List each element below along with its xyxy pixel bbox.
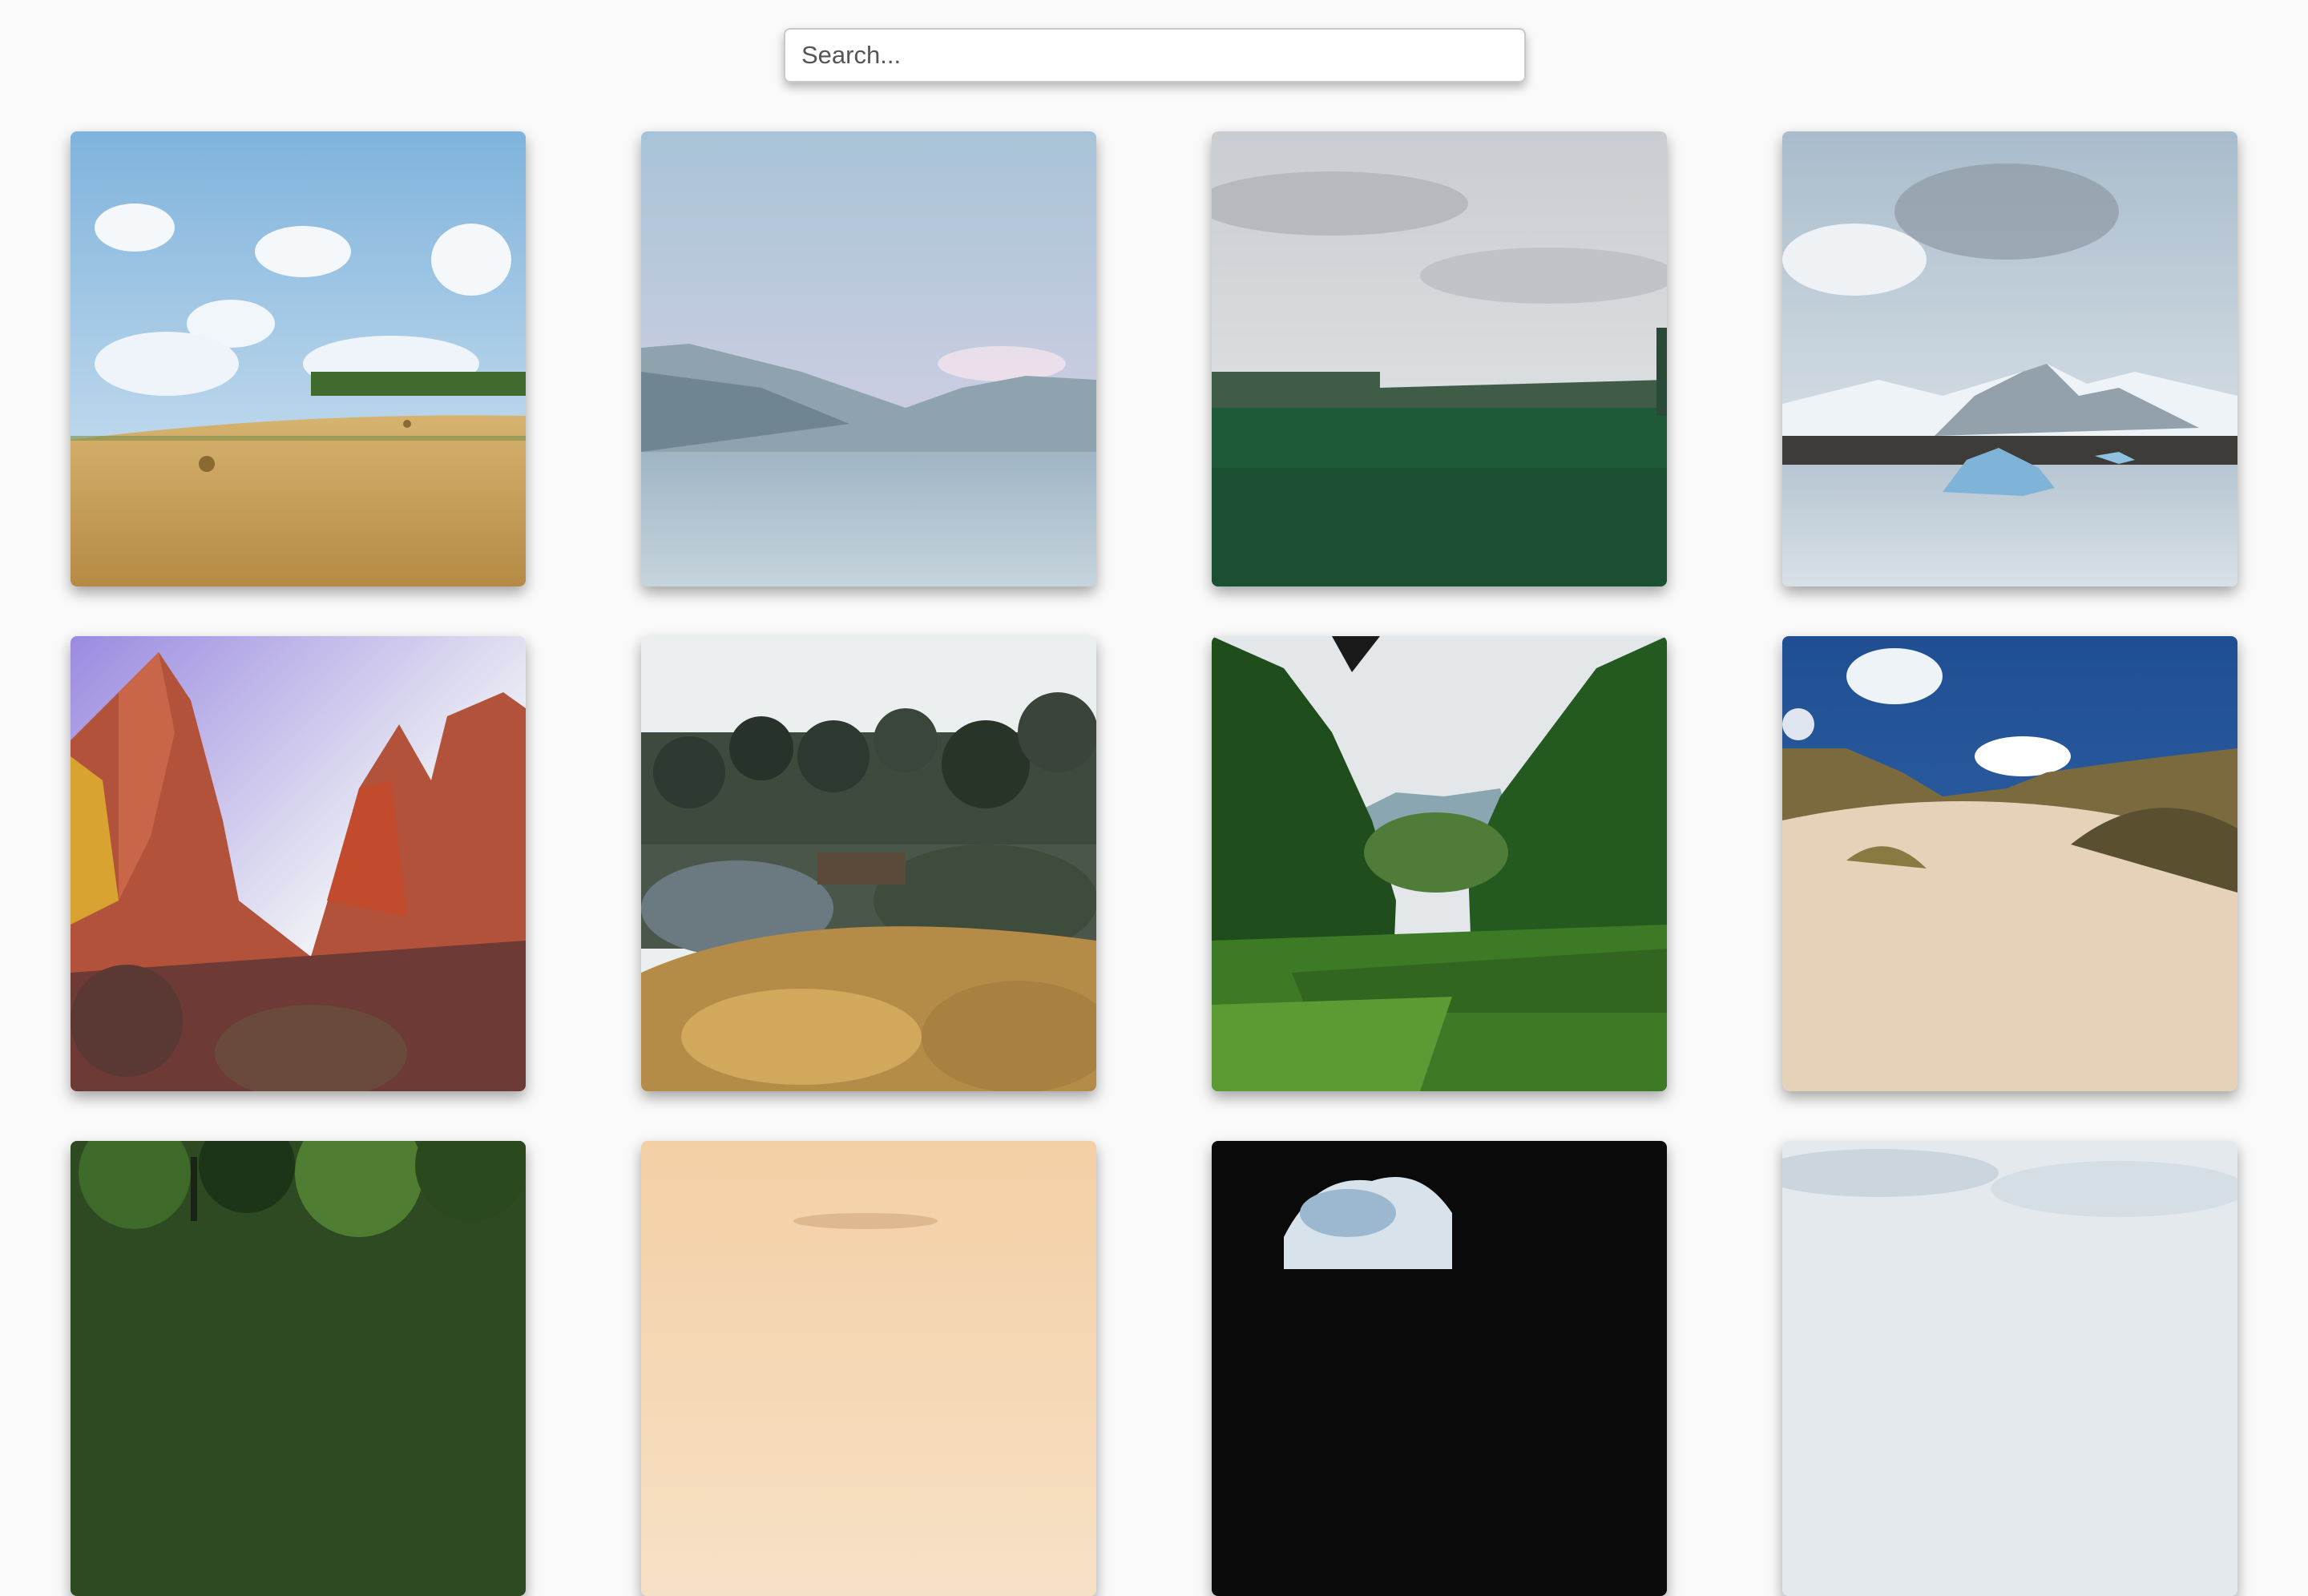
gallery-tile[interactable] <box>71 636 526 1091</box>
green-forest-plain-image <box>1212 131 1667 586</box>
forest-canopy-image <box>71 1141 526 1596</box>
peach-sky-image <box>641 1141 1096 1596</box>
gallery-tile[interactable] <box>1212 636 1667 1091</box>
glacier-icebergs-image <box>1782 131 2237 586</box>
wheat-field-hay-bales-image <box>71 131 526 586</box>
sand-dunes-image <box>1782 636 2237 1091</box>
gallery-tile[interactable] <box>641 1141 1096 1596</box>
search-bar <box>784 28 1526 83</box>
gallery-tile[interactable] <box>1212 1141 1667 1596</box>
gallery-tile[interactable] <box>641 636 1096 1091</box>
gallery-tile[interactable] <box>71 1141 526 1596</box>
gallery-tile[interactable] <box>1782 131 2237 586</box>
gallery-tile[interactable] <box>1782 636 2237 1091</box>
gallery-tile[interactable] <box>71 131 526 586</box>
garden-trees-image <box>641 636 1096 1091</box>
red-rock-canyon-image <box>71 636 526 1091</box>
gallery-tile[interactable] <box>641 131 1096 586</box>
gallery-tile[interactable] <box>1212 131 1667 586</box>
dark-cave-opening-image <box>1212 1141 1667 1596</box>
gallery-tile[interactable] <box>1782 1141 2237 1596</box>
cloudy-sky-image <box>1782 1141 2237 1596</box>
jungle-valley-image <box>1212 636 1667 1091</box>
mountain-lake-image <box>641 131 1096 586</box>
search-input[interactable] <box>784 28 1526 83</box>
